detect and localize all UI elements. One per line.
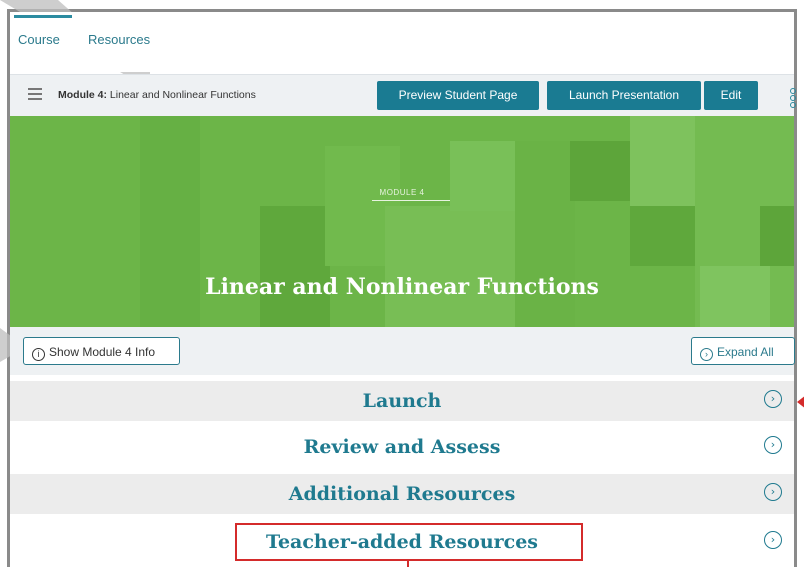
chevron-right-circle-icon: ›	[700, 348, 713, 361]
edit-button[interactable]: Edit	[704, 81, 758, 110]
top-navigation: Course Resources	[10, 12, 794, 72]
active-tab-indicator	[14, 15, 72, 18]
tab-course[interactable]: Course	[18, 32, 60, 47]
highlight-box	[235, 523, 583, 561]
chevron-right-circle-icon[interactable]: ›	[764, 390, 782, 408]
kicker-divider	[372, 200, 450, 201]
expand-all-label: Expand All	[717, 345, 774, 359]
section-title: Launch	[362, 390, 442, 412]
breadcrumb-module-title: Linear and Nonlinear Functions	[107, 89, 256, 101]
show-module-info-label: Show Module 4 Info	[49, 345, 156, 359]
expand-all-button[interactable]: › Expand All	[691, 337, 795, 365]
section-title: Additional Resources	[288, 483, 516, 505]
show-module-info-button[interactable]: i Show Module 4 Info	[23, 337, 180, 365]
highlight-arrow	[797, 395, 804, 409]
tab-resources[interactable]: Resources	[88, 32, 150, 47]
more-options-icon[interactable]	[790, 88, 796, 109]
chevron-right-circle-icon[interactable]: ›	[764, 436, 782, 454]
section-row-additional-resources[interactable]: Additional Resources ›	[10, 474, 794, 514]
module-title: Linear and Nonlinear Functions	[205, 274, 599, 300]
info-icon: i	[32, 348, 45, 361]
section-title: Review and Assess	[303, 436, 501, 458]
module-hero-banner: MODULE 4 Linear and Nonlinear Functions	[10, 116, 794, 327]
list-icon[interactable]	[28, 87, 42, 101]
launch-presentation-button[interactable]: Launch Presentation	[547, 81, 701, 110]
chevron-right-circle-icon[interactable]: ›	[764, 531, 782, 549]
breadcrumb: Module 4: Linear and Nonlinear Functions	[58, 89, 256, 101]
module-info-bar: i Show Module 4 Info › Expand All	[10, 327, 795, 375]
breadcrumb-module-number: Module 4:	[58, 89, 107, 101]
section-row-review-and-assess[interactable]: Review and Assess ›	[10, 427, 794, 467]
highlight-leader-line	[407, 561, 409, 567]
module-kicker: MODULE 4	[379, 188, 425, 197]
module-toolbar: Module 4: Linear and Nonlinear Functions…	[10, 74, 796, 117]
section-row-launch[interactable]: Launch ›	[10, 381, 794, 421]
preview-student-page-button[interactable]: Preview Student Page	[377, 81, 539, 110]
chevron-right-circle-icon[interactable]: ›	[764, 483, 782, 501]
